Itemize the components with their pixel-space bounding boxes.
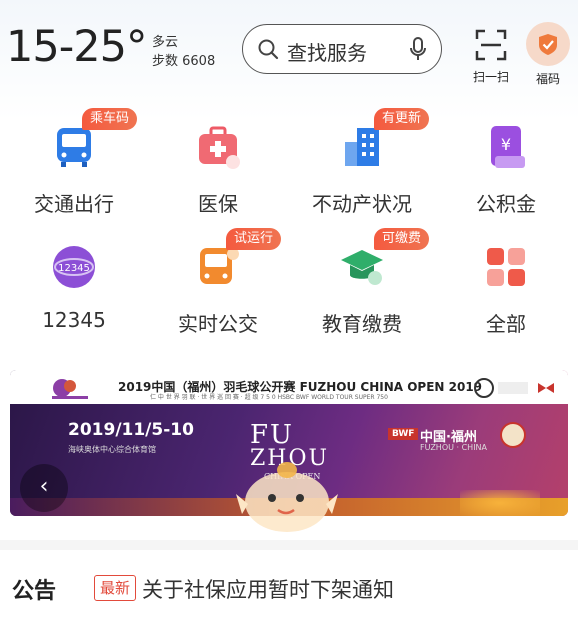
microphone-icon[interactable]	[408, 36, 428, 62]
service-label: 医保	[198, 192, 238, 216]
fuma-label: 福码	[535, 72, 560, 86]
service-12345[interactable]: 12345 12345	[2, 228, 146, 346]
svg-text:12345: 12345	[58, 263, 90, 274]
scan-icon	[475, 29, 507, 61]
badge: 试运行	[226, 228, 282, 250]
service-label: 公积金	[476, 192, 536, 216]
search-placeholder: 查找服务	[287, 41, 367, 65]
weather-info: 多云 步数 6608	[152, 33, 215, 71]
notice-new-tag: 最新	[94, 575, 137, 601]
all-apps-icon	[487, 248, 525, 286]
hotline-12345-icon: 12345	[53, 246, 95, 288]
service-label: 12345	[42, 308, 106, 332]
notice-text[interactable]: 关于社保应用暂时下架通知	[142, 574, 394, 604]
service-transport[interactable]: 乘车码 交通出行	[2, 108, 146, 226]
banner-date: 2019/11/5-10	[68, 420, 194, 440]
banner-city-en: FUZHOU · CHINA	[420, 443, 488, 452]
hsbc-bwf-logo-icon	[474, 378, 554, 398]
service-grid: 乘车码 交通出行 医保 有更新 不动产状况 ¥ 公积金 12345 12345 …	[0, 108, 578, 356]
china-open-logo-icon	[52, 379, 88, 399]
service-label: 教育缴费	[322, 312, 402, 336]
scan-label: 扫一扫	[472, 70, 509, 84]
temperature: 15-25°	[6, 22, 147, 72]
service-real-estate[interactable]: 有更新 不动产状况	[290, 108, 434, 226]
bwf-badge: BWF	[388, 428, 419, 440]
service-label: 全部	[486, 312, 526, 336]
section-divider	[0, 540, 578, 550]
medical-kit-icon	[199, 126, 240, 169]
service-label: 实时公交	[178, 312, 258, 336]
mascot-icon	[236, 462, 338, 532]
weather-condition: 多云	[152, 35, 179, 50]
fuma-button[interactable]: 福码	[522, 22, 574, 92]
service-medical[interactable]: 医保	[146, 108, 290, 226]
banner-prev-button[interactable]: ‹	[20, 464, 68, 512]
service-all[interactable]: 全部	[434, 228, 578, 346]
banner-venue: 海峡奥体中心综合体育馆	[68, 445, 156, 454]
step-count: 步数 6608	[152, 54, 216, 69]
emblem-icon	[500, 422, 526, 448]
banner-subtitle: 仁 中 世 界 羽 联 · 世 界 巡 回 赛 · 超 级 7 5 0 HSBC…	[150, 394, 388, 401]
badge: 有更新	[374, 108, 430, 130]
search-input[interactable]: 查找服务	[242, 24, 442, 74]
banner-sun	[460, 490, 540, 516]
service-label: 交通出行	[34, 192, 114, 216]
fund-card-icon: ¥	[491, 126, 525, 168]
scan-button[interactable]: 扫一扫	[464, 28, 518, 88]
shield-check-icon	[539, 34, 557, 55]
search-icon	[258, 39, 279, 60]
notice-title: 公告	[12, 579, 57, 604]
svg-text:¥: ¥	[501, 135, 511, 154]
service-education-fee[interactable]: 可缴费 教育缴费	[290, 228, 434, 346]
service-realtime-bus[interactable]: 试运行 实时公交	[146, 228, 290, 346]
fuma-avatar	[526, 22, 570, 66]
badge: 可缴费	[374, 228, 430, 250]
service-housing-fund[interactable]: ¥ 公积金	[434, 108, 578, 226]
service-label: 不动产状况	[312, 192, 412, 216]
header: 15-25° 多云 步数 6608 查找服务 扫一扫 福码	[0, 0, 578, 100]
badge: 乘车码	[82, 108, 138, 130]
